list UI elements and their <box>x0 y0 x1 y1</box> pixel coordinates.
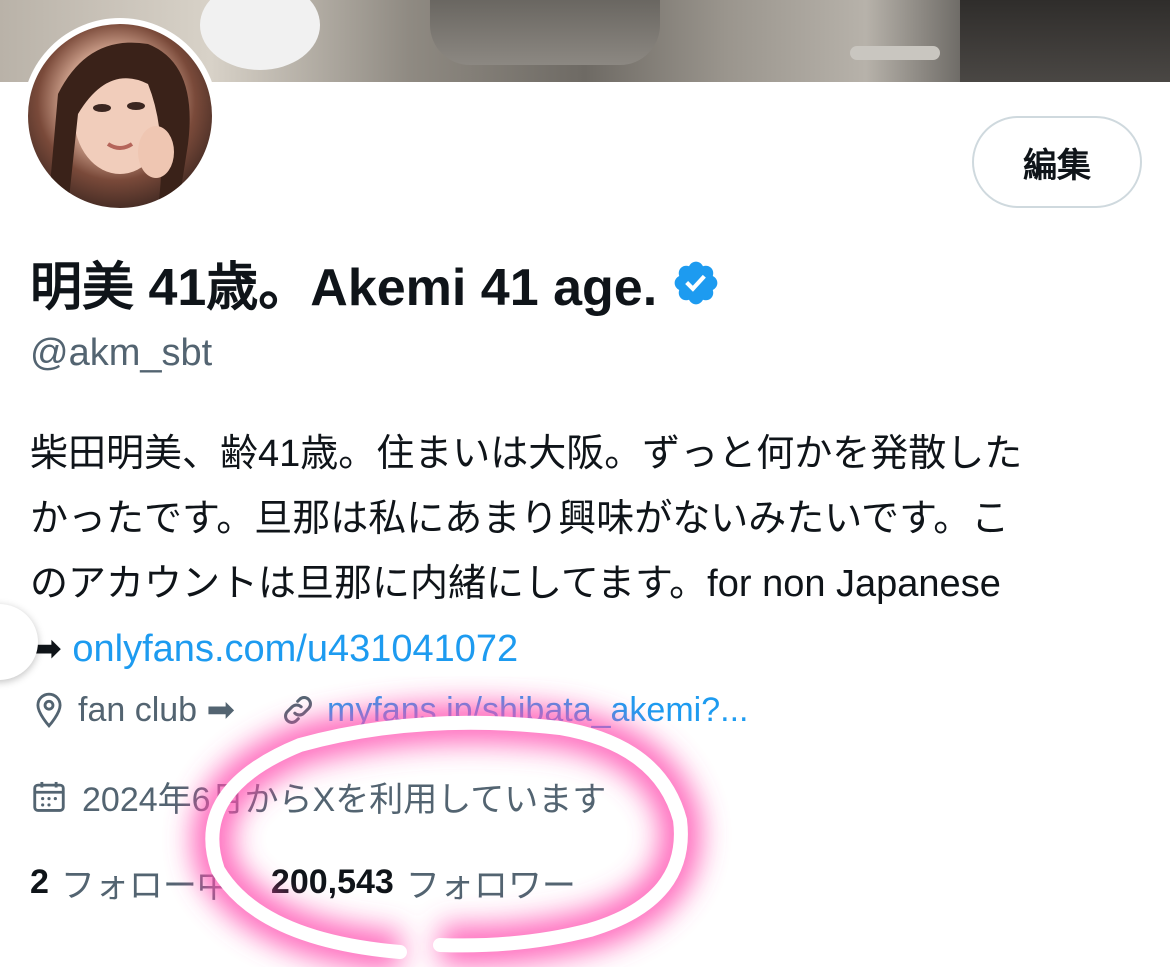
display-name: 明美 41歳。Akemi 41 age. <box>30 245 721 320</box>
bio-line: のアカウントは旦那に内緒にしてます。for non Japanese <box>30 563 1001 605</box>
banner-sink <box>430 0 660 65</box>
followers-link[interactable]: 200,543 フォロワー <box>271 858 576 907</box>
website-link[interactable]: myfans.jp/shibata_akemi?... <box>327 691 748 730</box>
verified-badge-icon[interactable] <box>671 258 721 308</box>
profile-bio: 柴田明美、齢41歳。住まいは大阪。ずっと何かを発散した かったです。旦那は私にあ… <box>30 422 1150 682</box>
user-handle: @akm_sbt <box>30 332 213 374</box>
following-label: フォロー中 <box>60 867 231 905</box>
bio-link-line: ➡ onlyfans.com/u431041072 <box>30 617 1150 682</box>
join-date-row: 2024年6月からXを利用しています <box>30 772 606 821</box>
join-date-text: 2024年6月からXを利用しています <box>82 781 607 819</box>
followers-count: 200,543 <box>270 863 394 901</box>
following-link[interactable]: 2 フォロー中 <box>30 858 231 907</box>
calendar-icon <box>33 781 65 812</box>
location-text: fan club ➡ <box>78 691 236 729</box>
display-name-text: 明美 41歳。Akemi 41 age. <box>30 259 658 317</box>
banner-plate <box>200 0 320 70</box>
following-count: 2 <box>30 863 49 901</box>
follow-stats: 2 フォロー中 200,543 フォロワー <box>30 858 616 907</box>
location-pin-icon <box>36 692 62 728</box>
avatar[interactable] <box>22 18 218 214</box>
bio-line: かったです。旦那は私にあまり興味がないみたいです。こ <box>30 498 1010 540</box>
link-icon <box>284 696 312 724</box>
location-item: fan club ➡ <box>30 690 235 730</box>
avatar-photo <box>28 24 212 208</box>
banner-oven <box>960 0 1170 82</box>
bio-link[interactable]: onlyfans.com/u431041072 <box>72 628 518 670</box>
bio-line: 柴田明美、齢41歳。住まいは大阪。ずっと何かを発散した <box>30 433 1023 475</box>
banner-drawer-handle <box>850 46 940 60</box>
profile-meta-row: fan club ➡ myfans.jp/shibata_akemi?... <box>30 690 748 730</box>
website-item[interactable]: myfans.jp/shibata_akemi?... <box>279 691 748 730</box>
edit-profile-button[interactable]: 編集 <box>972 116 1142 208</box>
followers-label: フォロワー <box>405 867 576 905</box>
